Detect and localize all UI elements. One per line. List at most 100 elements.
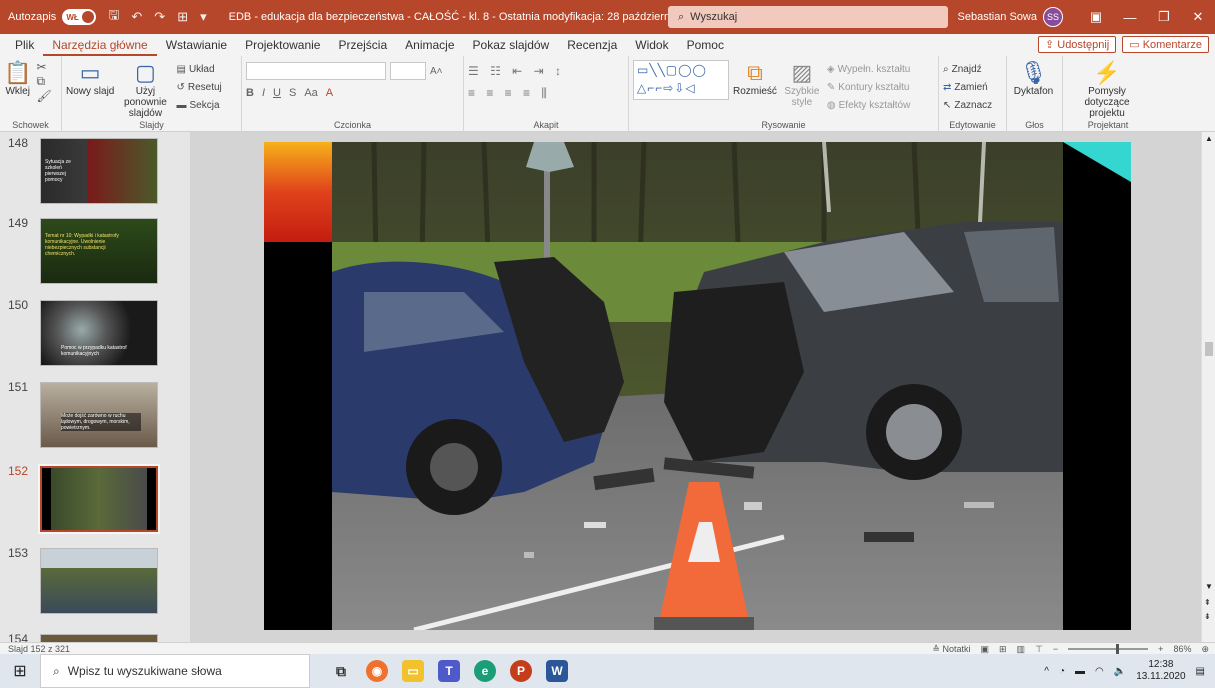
- slideshow-icon[interactable]: ⊤: [1035, 644, 1043, 655]
- replace-button[interactable]: ⇄ Zamień: [943, 78, 1002, 96]
- dictate-button[interactable]: 🎙 Dyktafon: [1014, 60, 1053, 97]
- volume-icon[interactable]: 🔈: [1114, 666, 1126, 677]
- file-explorer-icon[interactable]: ▭: [402, 660, 424, 682]
- reset-button[interactable]: ↺ Resetuj: [176, 78, 221, 96]
- normal-view-icon[interactable]: ▣: [980, 644, 989, 655]
- scroll-thumb[interactable]: [1205, 342, 1213, 356]
- clock[interactable]: 12:38 13.11.2020: [1136, 659, 1185, 683]
- ribbon-display-icon[interactable]: ▣: [1079, 0, 1113, 34]
- paste-button[interactable]: 📋 Wklej: [4, 60, 31, 97]
- thumbnail-148[interactable]: 148 Sytuacja ze szkoleń pierwszej pomocy: [0, 132, 190, 212]
- zoom-in-icon[interactable]: +: [1158, 644, 1163, 654]
- font-family-select[interactable]: [246, 62, 386, 80]
- comments-button[interactable]: ▭ Komentarze: [1122, 36, 1209, 53]
- thumbnail-152[interactable]: 152: [0, 460, 190, 540]
- thumbnail-153[interactable]: 153: [0, 542, 190, 622]
- scroll-down-icon[interactable]: ▼: [1205, 582, 1213, 591]
- bold-button[interactable]: B: [246, 87, 254, 99]
- word-icon[interactable]: W: [546, 660, 568, 682]
- slide-thumbnail-image[interactable]: [38, 464, 160, 534]
- prev-slide-icon[interactable]: ⇞: [1204, 598, 1211, 607]
- slide-thumbnail-image[interactable]: Pomoc w przypadku katastrof komunikacyjn…: [40, 300, 158, 366]
- share-button[interactable]: ⇪ Udostępnij: [1037, 36, 1117, 53]
- slide-thumbnail-image[interactable]: [40, 634, 158, 642]
- tab-widok[interactable]: Widok: [626, 34, 677, 56]
- minimize-icon[interactable]: —: [1113, 0, 1147, 34]
- cut-icon[interactable]: ✂: [36, 60, 51, 74]
- notifications-icon[interactable]: ▤: [1196, 666, 1205, 677]
- change-case-button[interactable]: Aa: [304, 87, 317, 99]
- edge-icon[interactable]: e: [474, 660, 496, 682]
- thumbnail-154[interactable]: 154: [0, 628, 190, 642]
- select-button[interactable]: ↖ Zaznacz: [943, 96, 1002, 114]
- task-view-icon[interactable]: ⧉: [330, 660, 352, 682]
- shape-fill-button[interactable]: ◈ Wypełn. kształtu: [827, 60, 910, 78]
- zoom-slider[interactable]: [1068, 644, 1149, 654]
- font-grow-button[interactable]: A˄: [430, 66, 443, 77]
- present-icon[interactable]: ⊞: [177, 9, 188, 25]
- tab-pokaz-slajdow[interactable]: Pokaz slajdów: [464, 34, 559, 56]
- fit-slide-icon[interactable]: ⊕: [1201, 644, 1209, 655]
- zoom-out-icon[interactable]: −: [1053, 644, 1058, 654]
- shape-effects-button[interactable]: ◍ Efekty kształtów: [827, 96, 910, 114]
- customize-qat-icon[interactable]: ▾: [200, 9, 207, 25]
- slide-thumbnail-image[interactable]: [40, 548, 158, 614]
- redo-icon[interactable]: ↷: [154, 9, 165, 25]
- font-color-icon[interactable]: A: [326, 87, 333, 99]
- autosave-toggle[interactable]: WŁ: [62, 9, 97, 25]
- thumbnail-151[interactable]: 151 Może dojść zarówno w ruchu lądowym, …: [0, 376, 190, 456]
- avatar[interactable]: SS: [1043, 7, 1063, 27]
- tab-projektowanie[interactable]: Projektowanie: [236, 34, 329, 56]
- reading-view-icon[interactable]: ▥: [1017, 644, 1026, 655]
- zoom-level[interactable]: 86%: [1173, 644, 1191, 654]
- teams-icon[interactable]: T: [438, 660, 460, 682]
- align-icons[interactable]: ≡ ≡ ≡ ≡ ⫼: [468, 82, 624, 104]
- taskbar-search[interactable]: ⌕ Wpisz tu wyszukiwane słowa: [40, 654, 310, 688]
- notes-button[interactable]: ≙ Notatki: [932, 644, 970, 655]
- tab-animacje[interactable]: Animacje: [396, 34, 463, 56]
- scroll-up-icon[interactable]: ▲: [1205, 134, 1213, 143]
- format-painter-icon[interactable]: 🖌: [36, 89, 51, 103]
- network-icon[interactable]: ◔: [1059, 666, 1065, 677]
- battery-icon[interactable]: ▬: [1075, 666, 1085, 677]
- thumbnail-149[interactable]: 149 Temat nr 10: Wypadki i katastrofy ko…: [0, 212, 190, 292]
- design-ideas-button[interactable]: ⚡ Pomysły dotyczące projektu: [1067, 60, 1147, 119]
- shapes-gallery[interactable]: ▭╲╲▢◯◯ △⌐⌐⇨⇩◁: [633, 60, 729, 100]
- tab-recenzja[interactable]: Recenzja: [558, 34, 626, 56]
- layout-button[interactable]: ▤ Układ: [176, 60, 221, 78]
- underline-button[interactable]: U: [273, 87, 281, 99]
- slide-thumbnails-pane[interactable]: 148 Sytuacja ze szkoleń pierwszej pomocy…: [0, 132, 190, 642]
- italic-button[interactable]: I: [262, 87, 265, 99]
- tray-expand-icon[interactable]: ^: [1044, 666, 1049, 677]
- tab-pomoc[interactable]: Pomoc: [678, 34, 733, 56]
- slide-thumbnail-image[interactable]: Może dojść zarówno w ruchu lądowym, drog…: [40, 382, 158, 448]
- close-icon[interactable]: ✕: [1181, 0, 1215, 34]
- slide-thumbnail-image[interactable]: Temat nr 10: Wypadki i katastrofy komuni…: [40, 218, 158, 284]
- tab-narzedzia-glowne[interactable]: Narzędzia główne: [43, 34, 157, 56]
- restore-icon[interactable]: ❐: [1147, 0, 1181, 34]
- current-slide[interactable]: [264, 142, 1131, 630]
- tab-przejscia[interactable]: Przejścia: [329, 34, 396, 56]
- copy-icon[interactable]: ⧉: [36, 74, 51, 89]
- shape-outline-button[interactable]: ✎ Kontury kształtu: [827, 78, 910, 96]
- user-name[interactable]: Sebastian Sowa: [958, 11, 1038, 23]
- font-size-select[interactable]: [390, 62, 426, 80]
- document-title[interactable]: EDB - edukacja dla bezpieczeństwa - CAŁO…: [229, 11, 684, 23]
- slide-thumbnail-image[interactable]: Sytuacja ze szkoleń pierwszej pomocy: [40, 138, 158, 204]
- thumbnail-150[interactable]: 150 Pomoc w przypadku katastrof komunika…: [0, 294, 190, 374]
- list-icons[interactable]: ☰ ☷ ⇤ ⇥ ↕: [468, 60, 624, 82]
- slide-editing-canvas[interactable]: ▲ ▼ ⇞ ⇟: [190, 132, 1215, 642]
- slide-sorter-icon[interactable]: ⊞: [999, 644, 1007, 655]
- next-slide-icon[interactable]: ⇟: [1204, 612, 1211, 621]
- section-button[interactable]: ▬ Sekcja: [176, 96, 221, 114]
- save-icon[interactable]: 🖫: [108, 6, 119, 28]
- powerpoint-icon[interactable]: P: [510, 660, 532, 682]
- windows-start-icon[interactable]: ⊞: [0, 654, 40, 688]
- tab-wstawianie[interactable]: Wstawianie: [157, 34, 236, 56]
- find-button[interactable]: ⌕ Znajdź: [943, 60, 1002, 78]
- vertical-scrollbar[interactable]: ▲ ▼ ⇞ ⇟: [1201, 132, 1215, 642]
- tab-plik[interactable]: Plik: [6, 34, 43, 56]
- reuse-slides-button[interactable]: ▢ Użyj ponownie slajdów: [119, 60, 171, 119]
- new-slide-button[interactable]: ▭ Nowy slajd: [66, 60, 114, 97]
- firefox-icon[interactable]: ◉: [366, 660, 388, 682]
